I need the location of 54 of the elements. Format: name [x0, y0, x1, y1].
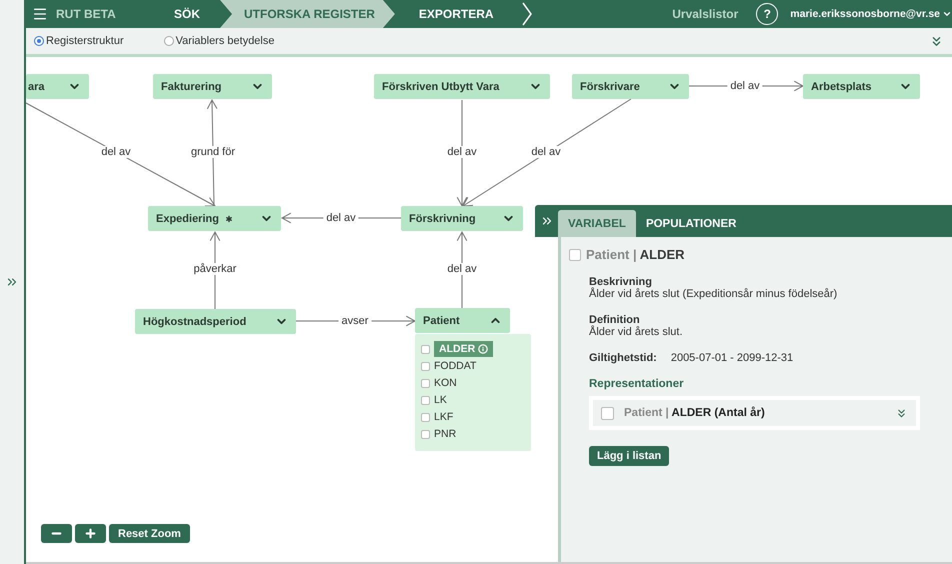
panel-tab[interactable]: VARIABEL [558, 210, 636, 237]
reset-zoom-button[interactable]: Reset Zoom [109, 524, 190, 543]
info-icon[interactable] [478, 344, 488, 354]
add-to-list-button[interactable]: Lägg i listan [589, 446, 670, 466]
step-tab[interactable]: UTFORSKA REGISTER [220, 0, 395, 28]
field-value: 2005-07-01 - 2099-12-31 [670, 352, 794, 364]
field-label: Beskrivning [589, 276, 653, 288]
entity-node[interactable]: Fakturering [153, 74, 272, 99]
help-button[interactable]: ? [756, 3, 778, 25]
variable-item[interactable]: LKF [434, 411, 454, 423]
view-radio[interactable]: Registerstruktur [34, 35, 124, 47]
variable-checkbox[interactable] [421, 430, 430, 438]
caret-icon [942, 9, 952, 19]
section-heading: Representationer [589, 378, 685, 390]
next-step-icon [522, 2, 532, 26]
variable-item[interactable]: PNR [434, 428, 456, 440]
expand-icon[interactable] [895, 406, 908, 420]
variable-checkbox[interactable] [421, 378, 430, 388]
field-label: Giltighetstid: [589, 352, 657, 364]
user-menu[interactable]: marie.erikssonosborne@vr.se [790, 8, 952, 20]
zoom-in-button[interactable] [75, 524, 106, 543]
variable-checkbox[interactable] [569, 248, 581, 260]
entity-node[interactable]: ara [26, 74, 89, 99]
field-label: Definition [589, 314, 641, 326]
entity-node[interactable]: Förskrivning [401, 206, 523, 231]
representation-card[interactable]: Patient | ALDER (Antal år) [589, 396, 920, 430]
view-radio[interactable]: Variablers betydelse [164, 35, 274, 47]
entity-node[interactable]: Förskrivare [572, 74, 689, 99]
variable-checkbox[interactable] [421, 396, 430, 404]
entity-node[interactable]: Patient [415, 308, 510, 333]
entity-node[interactable]: Expediering [148, 206, 281, 231]
edge-label: avser [338, 315, 372, 327]
variable-checkbox[interactable] [421, 412, 430, 422]
zoom-out-button[interactable] [41, 524, 72, 543]
variable-item[interactable]: KON [434, 377, 457, 389]
variable-item[interactable]: FODDAT [434, 360, 476, 372]
menu-icon[interactable] [32, 6, 48, 22]
entity-node[interactable]: Förskriven Utbytt Vara [374, 74, 550, 99]
variable-title: Patient | ALDER [586, 247, 685, 262]
edge-label: del av [727, 80, 763, 92]
variable-checkbox[interactable] [421, 344, 430, 354]
app-title: RUT BETA [56, 7, 117, 21]
edge-label: del av [323, 212, 359, 224]
panel-tab[interactable]: POPULATIONER [636, 210, 746, 237]
variable-item[interactable]: LK [434, 394, 447, 406]
field-value: Ålder vid årets slut. [589, 326, 684, 338]
variable-checkbox[interactable] [421, 362, 430, 370]
entity-node[interactable]: Högkostnadsperiod [135, 309, 296, 334]
entity-node[interactable]: Arbetsplats [803, 74, 920, 99]
representation-name: Patient | ALDER (Antal år) [624, 407, 766, 419]
lists-link[interactable]: Urvalslistor [672, 7, 738, 21]
representation-checkbox[interactable] [601, 406, 614, 420]
field-value: Ålder vid årets slut (Expeditionsår minus födelseår) [589, 288, 838, 300]
plus-icon [84, 527, 97, 540]
